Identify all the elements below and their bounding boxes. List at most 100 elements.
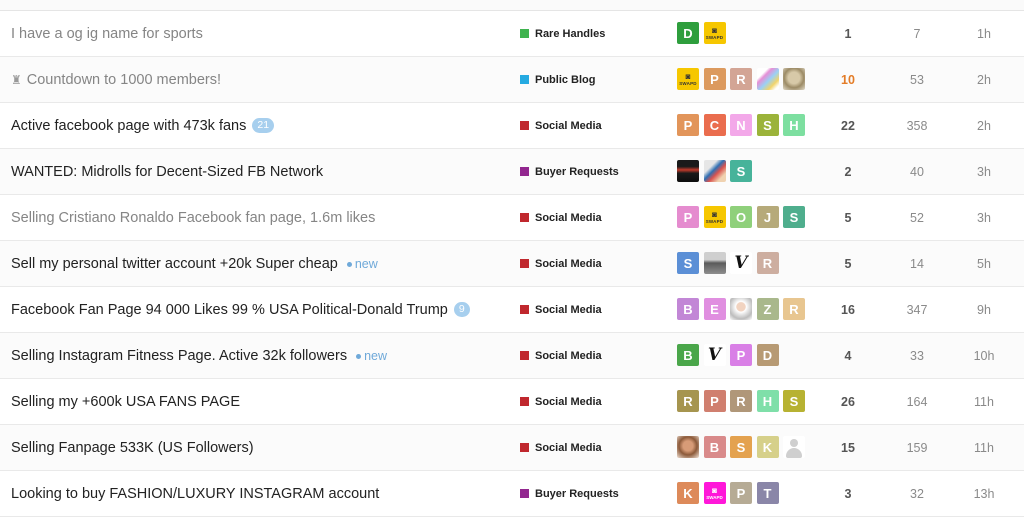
poster-avatar[interactable]: S [677,252,699,274]
reply-count[interactable]: 1 [828,11,868,56]
poster-avatar[interactable] [703,252,726,274]
poster-avatar[interactable]: R [783,298,805,320]
poster-avatar[interactable]: H [756,390,779,412]
reply-count[interactable]: 2 [828,149,868,194]
poster-avatar[interactable]: P [677,206,699,228]
poster-avatar[interactable]: P [677,114,699,136]
poster-avatar[interactable]: V [703,344,726,366]
poster-avatar[interactable]: N [730,114,752,136]
category-badge[interactable]: Social Media [520,333,602,378]
last-activity[interactable]: 3h [963,149,1005,194]
topic-title-link[interactable]: Active facebook page with 473k fans [11,118,246,134]
poster-avatar[interactable]: C [703,114,726,136]
poster-avatar[interactable] [703,160,726,182]
user-head-shape [790,439,798,447]
topic-title-link[interactable]: Countdown to 1000 members! [27,72,221,88]
poster-avatar[interactable]: P [730,344,752,366]
topic-title-link[interactable]: Selling my +600k USA FANS PAGE [11,394,240,410]
last-activity[interactable]: 13h [963,471,1005,516]
topic-title-link[interactable]: WANTED: Midrolls for Decent-Sized FB Net… [11,164,323,180]
new-topic-badge[interactable]: new [346,257,378,271]
poster-avatar[interactable]: B [677,298,699,320]
poster-avatar[interactable]: R [730,68,752,90]
category-badge[interactable]: Social Media [520,379,602,424]
poster-avatar[interactable]: ◙ SWAPD [677,68,699,90]
reply-count[interactable]: 3 [828,471,868,516]
poster-avatar[interactable]: V [730,252,752,274]
poster-avatar[interactable] [756,68,779,90]
last-activity[interactable]: 5h [963,241,1005,286]
poster-avatar[interactable]: K [756,436,779,458]
poster-avatar[interactable] [677,436,699,458]
reply-count[interactable]: 5 [828,195,868,240]
poster-avatar[interactable]: S [783,390,805,412]
poster-avatar[interactable]: D [756,344,779,366]
last-activity[interactable]: 11h [963,425,1005,470]
poster-avatar[interactable]: R [756,252,779,274]
reply-count[interactable]: 4 [828,333,868,378]
new-topic-badge[interactable]: new [356,349,387,363]
category-badge[interactable]: Social Media [520,425,602,470]
category-badge[interactable]: Social Media [520,287,602,332]
category-badge[interactable]: Social Media [520,241,602,286]
reply-count[interactable]: 16 [828,287,868,332]
topic-title-link[interactable]: Selling Instagram Fitness Page. Active 3… [11,348,347,364]
category-badge[interactable]: Buyer Requests [520,149,619,194]
poster-avatar[interactable]: ◙ SWAPD [703,206,726,228]
topic-title-link[interactable]: Facebook Fan Page 94 000 Likes 99 % USA … [11,302,448,318]
last-activity[interactable]: 2h [963,103,1005,148]
unread-count-badge[interactable]: 9 [453,302,470,317]
poster-avatar[interactable]: P [703,68,726,90]
poster-avatar[interactable]: S [783,206,805,228]
topic-title-link[interactable]: I have a og ig name for sports [11,26,203,42]
topic-title-link[interactable]: Sell my personal twitter account +20k Su… [11,256,338,272]
last-activity[interactable]: 1h [963,11,1005,56]
poster-avatar[interactable]: Z [756,298,779,320]
default-user-icon[interactable] [783,436,805,458]
poster-avatar[interactable]: K [677,482,699,504]
poster-avatar[interactable]: S [730,436,752,458]
poster-avatar[interactable]: S [756,114,779,136]
category-badge[interactable]: Buyer Requests [520,471,619,516]
poster-avatar[interactable]: S [730,160,752,182]
poster-avatar[interactable]: T [756,482,779,504]
poster-avatar[interactable]: P [703,390,726,412]
topic-title-link[interactable]: Looking to buy FASHION/LUXURY INSTAGRAM … [11,486,379,502]
poster-avatar[interactable]: O [730,206,752,228]
reply-count[interactable]: 22 [828,103,868,148]
category-badge[interactable]: Rare Handles [520,11,605,56]
view-count: 32 [910,486,924,501]
poster-avatar[interactable]: H [783,114,805,136]
poster-avatar[interactable]: R [730,390,752,412]
poster-avatar[interactable]: B [703,436,726,458]
poster-avatar[interactable]: P [730,482,752,504]
category-badge[interactable]: Social Media [520,103,602,148]
category-badge[interactable]: Social Media [520,195,602,240]
poster-avatar[interactable]: B [677,344,699,366]
reply-count[interactable]: 15 [828,425,868,470]
last-activity[interactable]: 3h [963,195,1005,240]
reply-count[interactable]: 5 [828,241,868,286]
poster-avatar[interactable]: E [703,298,726,320]
poster-avatar[interactable] [730,298,752,320]
last-activity[interactable]: 11h [963,379,1005,424]
category-badge[interactable]: Public Blog [520,57,596,102]
poster-avatar[interactable]: J [756,206,779,228]
view-count: 33 [910,348,924,363]
topic-posters: ◙ SWAPD P R [677,68,810,91]
topic-title-cell: WANTED: Midrolls for Decent-Sized FB Net… [11,149,511,194]
poster-avatar[interactable]: R [677,390,699,412]
last-activity[interactable]: 2h [963,57,1005,102]
topic-title-link[interactable]: Selling Cristiano Ronaldo Facebook fan p… [11,210,375,226]
last-activity[interactable]: 10h [963,333,1005,378]
topic-title-link[interactable]: Selling Fanpage 533K (US Followers) [11,440,254,456]
poster-avatar[interactable] [783,68,805,90]
poster-avatar[interactable]: ◙ SWAPD [703,482,726,504]
unread-count-badge[interactable]: 21 [252,118,275,133]
reply-count[interactable]: 26 [828,379,868,424]
last-activity[interactable]: 9h [963,287,1005,332]
poster-avatar[interactable]: D [677,22,699,44]
reply-count[interactable]: 10 [828,57,868,102]
poster-avatar[interactable]: ◙ SWAPD [703,22,726,44]
poster-avatar[interactable] [677,160,699,182]
